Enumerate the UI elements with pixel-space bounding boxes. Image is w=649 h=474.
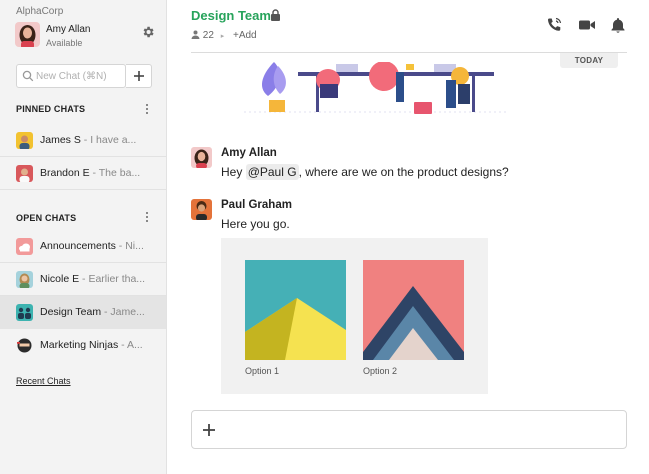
message: Paul Graham Here you go. (191, 199, 611, 235)
message-text: Here you go. (221, 217, 290, 231)
user-profile[interactable]: Amy Allan Available (15, 21, 155, 49)
chat-preview: - Ni... (115, 240, 144, 252)
user-mention[interactable]: @Paul G (245, 164, 299, 180)
caret-icon: ▸ (220, 33, 225, 40)
message-author[interactable]: Paul Graham (221, 199, 292, 211)
option-1-image[interactable] (245, 260, 346, 360)
team-illustration-image[interactable] (236, 62, 516, 120)
message: Amy Allan Hey @Paul G, where are we on t… (191, 147, 611, 183)
chat-item-marketing-ninjas[interactable]: Marketing Ninjas - A... (0, 329, 166, 362)
option-2-image[interactable] (363, 260, 464, 360)
person-icon (191, 30, 200, 39)
design-attachment[interactable]: Option 1 Option 2 (221, 238, 488, 394)
group-avatar (16, 304, 33, 321)
message-text: Hey @Paul G, where are we on the product… (221, 164, 509, 180)
chat-name: Marketing Ninjas (40, 339, 119, 351)
search-input[interactable] (36, 68, 124, 85)
user-name: Amy Allan (46, 24, 91, 35)
chat-preview: - I have a... (80, 134, 137, 146)
chat-item-announcements[interactable]: Announcements - Ni... (0, 230, 166, 263)
option-2-label: Option 2 (363, 366, 398, 376)
chat-item-design-team[interactable]: Design Team - Jame... (0, 296, 166, 329)
user-avatar (15, 22, 40, 47)
chat-preview: - Jame... (101, 306, 145, 318)
chat-item-brandon-e[interactable]: Brandon E - The ba... (0, 157, 166, 190)
chat-item-nicole-e[interactable]: Nicole E - Earlier tha... (0, 263, 166, 296)
cloud-avatar (16, 238, 33, 255)
plus-icon[interactable] (200, 421, 218, 439)
avatar (16, 271, 33, 288)
org-name: AlphaCorp (16, 6, 64, 17)
chat-preview: - Earlier tha... (79, 273, 146, 285)
open-more-icon[interactable] (142, 210, 152, 224)
video-icon[interactable] (578, 16, 596, 34)
plus-icon (133, 71, 144, 81)
page-title: Design Team (191, 8, 271, 23)
date-divider: TODAY (560, 53, 618, 68)
option-1-label: Option 1 (245, 366, 280, 376)
member-count[interactable]: 22 (203, 30, 214, 41)
chat-name: Announcements (40, 240, 116, 252)
message-composer[interactable] (191, 410, 627, 449)
chat-name: Design Team (40, 306, 102, 318)
message-author[interactable]: Amy Allan (221, 147, 277, 159)
recent-chats-link[interactable]: Recent Chats (16, 376, 71, 386)
avatar (16, 132, 33, 149)
gear-icon[interactable] (141, 25, 155, 39)
user-status: Available (46, 38, 83, 48)
chat-name: Brandon E (40, 167, 90, 179)
chat-preview: - The ba... (89, 167, 141, 179)
new-chat-button[interactable] (126, 64, 152, 88)
lock-icon (271, 9, 280, 21)
add-member-button[interactable]: +Add (233, 30, 257, 41)
chat-name: Nicole E (40, 273, 80, 285)
bell-icon[interactable] (609, 16, 627, 34)
pinned-chats-title: PINNED CHATS (16, 104, 86, 114)
sidebar: AlphaCorp Amy Allan Available PINNED CH (0, 0, 167, 474)
open-chats-title: OPEN CHATS (16, 213, 77, 223)
chat-header: Design Team 22 ▸ +Add (191, 0, 627, 53)
avatar (191, 199, 212, 220)
avatar (191, 147, 212, 168)
search-icon (22, 70, 34, 82)
chat-name: James S (40, 134, 81, 146)
pinned-more-icon[interactable] (142, 102, 152, 116)
ninja-avatar (16, 337, 33, 354)
chat-preview: - A... (118, 339, 143, 351)
message-input[interactable] (226, 419, 616, 441)
avatar (16, 165, 33, 182)
phone-icon[interactable] (545, 16, 563, 34)
new-chat-search[interactable] (16, 64, 126, 88)
header-actions (545, 16, 627, 34)
member-info: 22 ▸ +Add (191, 30, 257, 41)
chat-item-james-s[interactable]: James S - I have a... (0, 124, 166, 157)
